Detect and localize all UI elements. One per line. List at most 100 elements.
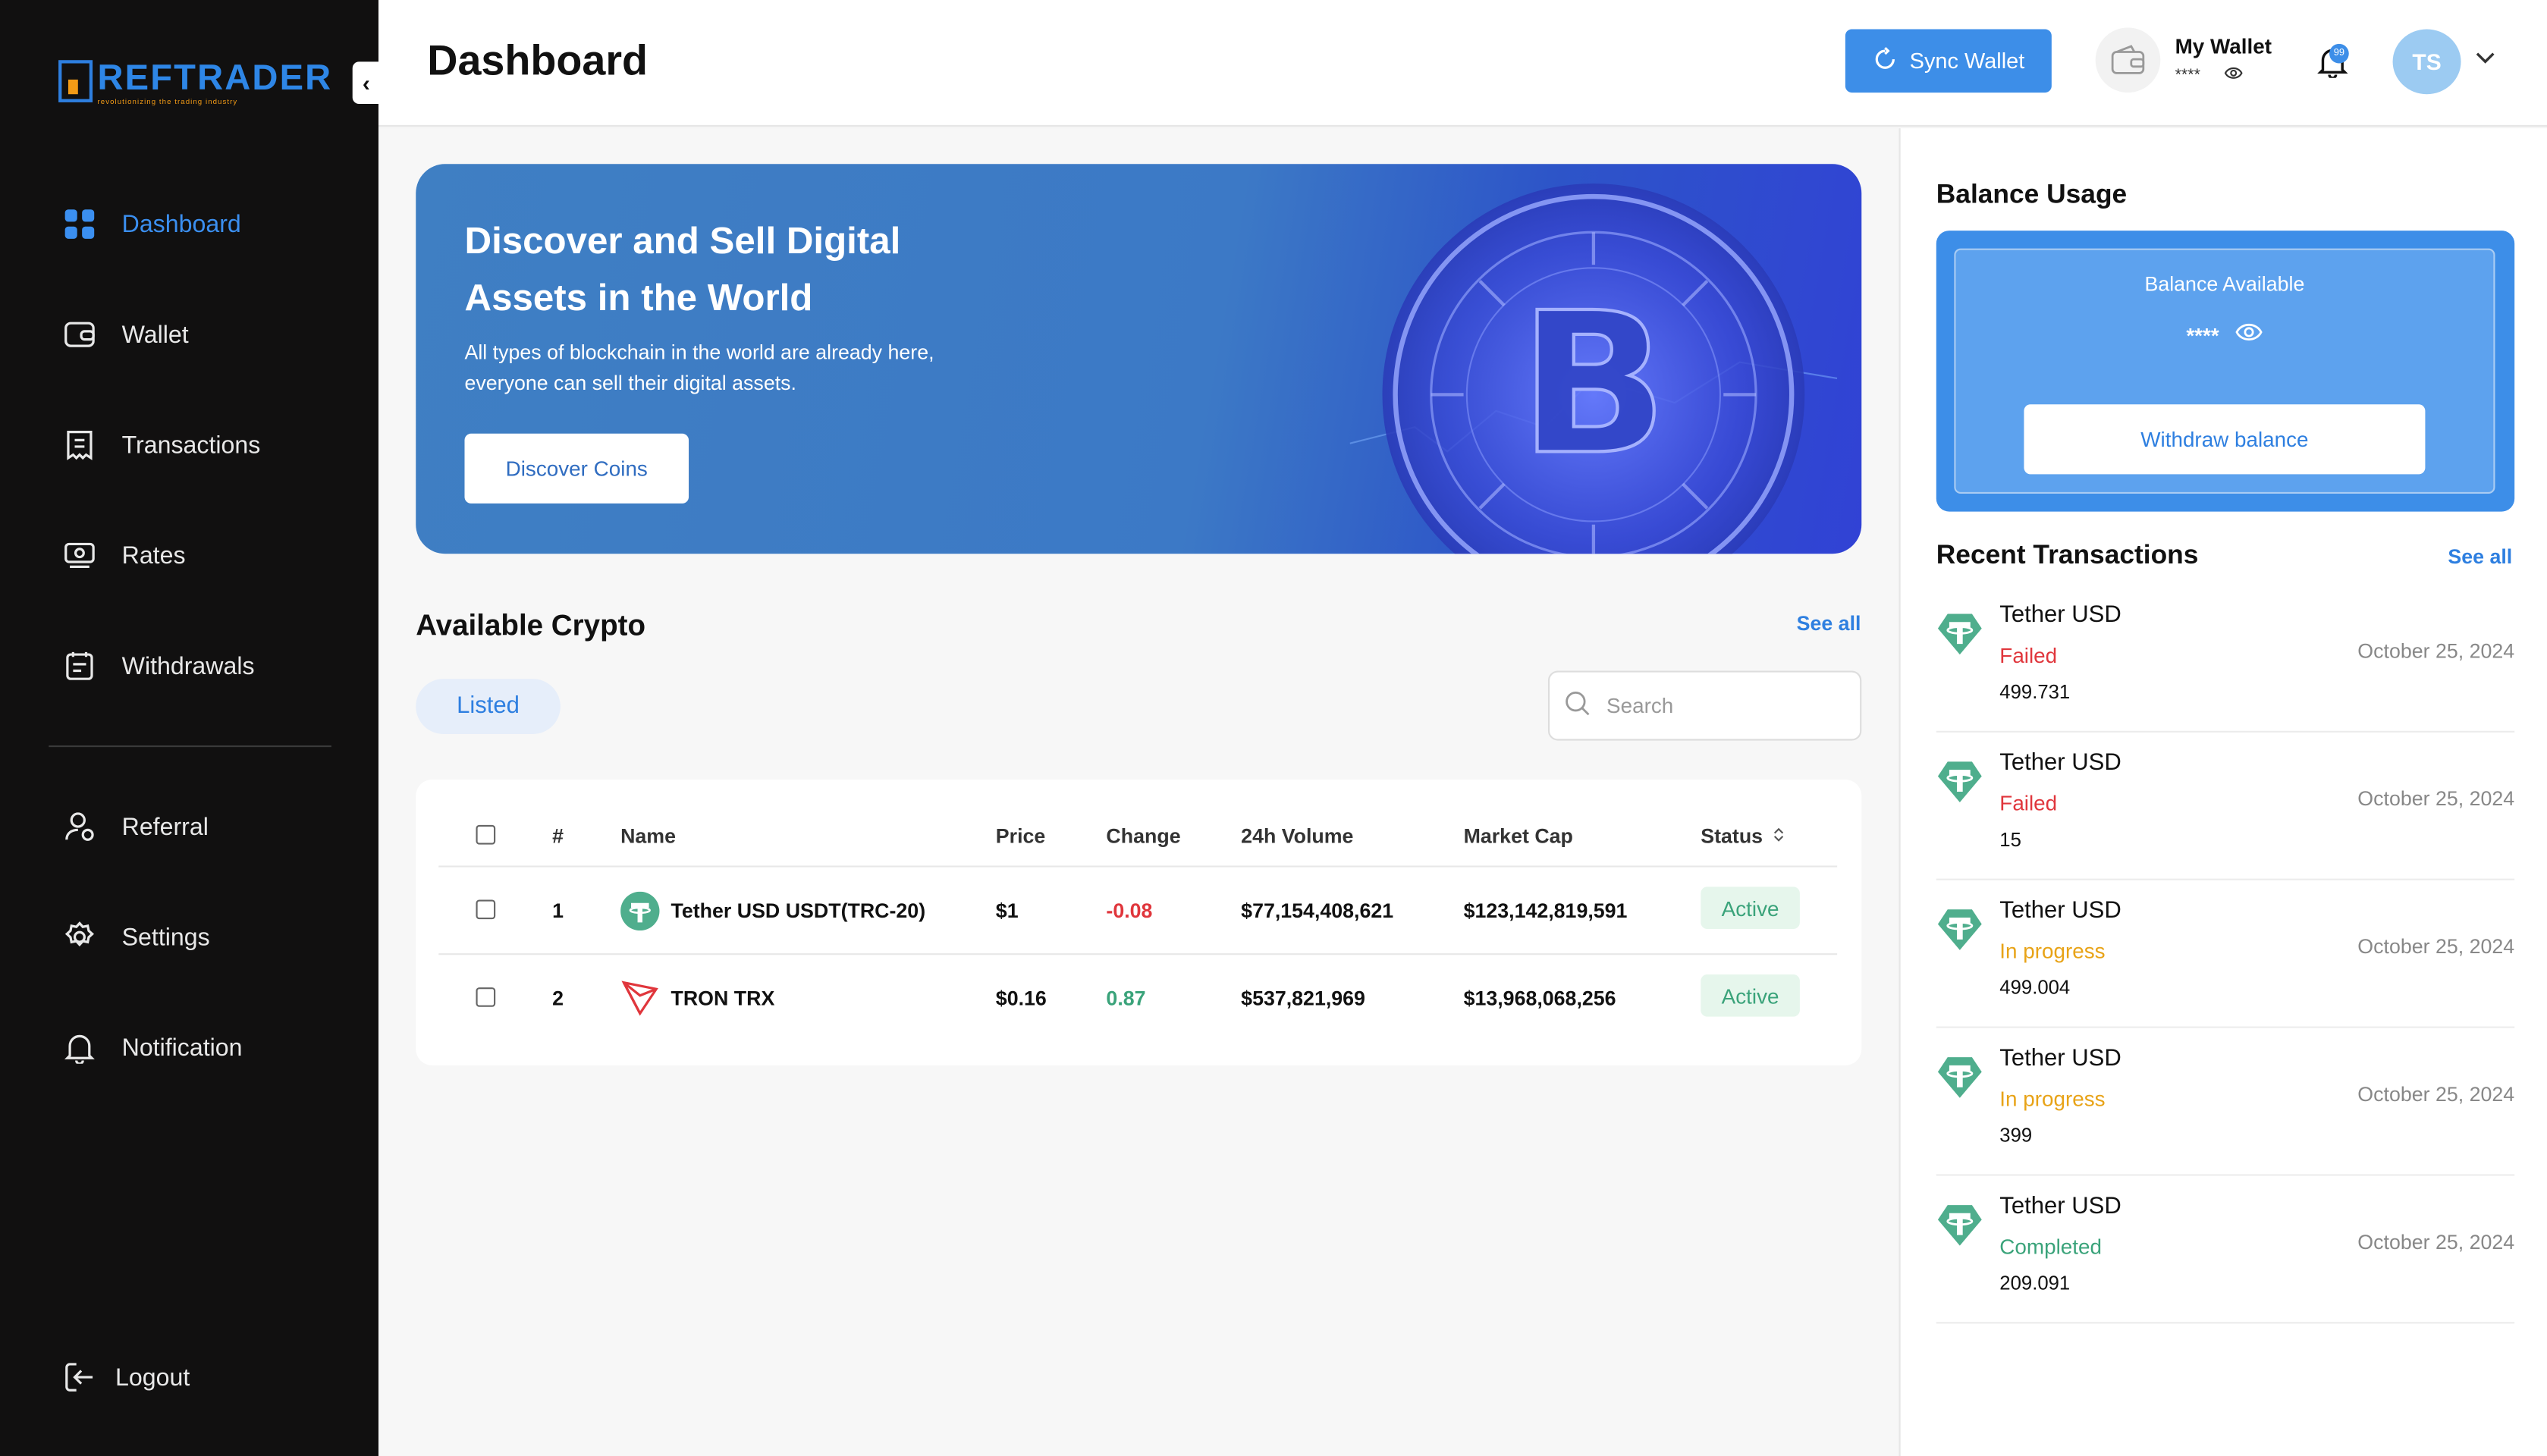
transactions-see-all-link[interactable]: See all [2448,546,2512,569]
column-header-market-cap[interactable]: Market Cap [1464,825,1573,848]
balance-usage-title: Balance Usage [1936,180,2128,210]
sidebar-item-withdrawals[interactable]: Withdrawals [61,646,255,685]
tether-icon [1937,761,1982,802]
sidebar-item-transactions[interactable]: Transactions [61,425,260,464]
receipt-icon [61,428,96,462]
sidebar-item-settings[interactable]: Settings [61,918,210,956]
main-content: B Discover and Sell Digital Assets in th… [378,128,1899,1456]
coin-change: -0.08 [1106,899,1153,923]
transaction-status: Failed [1999,643,2058,668]
eye-icon[interactable] [2235,322,2263,347]
column-header-name[interactable]: Name [620,825,676,848]
sync-wallet-label: Sync Wallet [1909,49,2025,74]
transaction-name: Tether USD [1999,1194,2121,1220]
rates-icon [61,538,96,573]
column-header-price[interactable]: Price [996,825,1046,848]
banner-title: Discover and Sell Digital Assets in the … [464,219,901,318]
list-item[interactable]: Tether USD In progress 499.004 October 2… [1936,885,2515,1028]
sidebar-item-label: Rates [121,541,186,570]
sidebar: REFTRADER revolutionizing the trading in… [0,0,381,1456]
row-number: 2 [552,987,564,1011]
header-divider [438,865,1838,868]
sync-icon [1872,46,1896,76]
sidebar-item-dashboard[interactable]: Dashboard [61,205,241,243]
transaction-amount: 15 [1999,828,2021,852]
list-item[interactable]: Tether USD Completed 209.091 October 25,… [1936,1181,2515,1324]
tether-icon [1937,613,1982,655]
sidebar-item-notification[interactable]: Notification [61,1028,243,1067]
brand-name: REFTRADER [97,56,333,98]
transaction-date: October 25, 2024 [2357,935,2515,959]
tether-icon [1937,1205,1982,1246]
row-checkbox[interactable] [476,987,496,1007]
tether-icon [620,891,660,939]
logout-button[interactable]: Logout [61,1357,190,1396]
top-header: Dashboard Sync Wallet My Wallet **** 99 … [378,0,2547,127]
available-crypto-title: Available Crypto [416,609,646,642]
transaction-status: Failed [1999,790,2058,816]
sidebar-item-label: Notification [121,1034,243,1062]
coin-price: $0.16 [995,987,1047,1011]
sidebar-divider [49,745,331,748]
chevron-down-icon[interactable] [2474,46,2497,73]
transaction-amount: 499.731 [1999,680,2071,704]
dashboard-grid-icon [61,207,96,241]
sidebar-item-wallet[interactable]: Wallet [61,315,189,353]
app-root: REFTRADER revolutionizing the trading in… [0,0,2547,1456]
recent-transactions-title: Recent Transactions [1936,541,2199,570]
search-box[interactable]: Search [1547,670,1862,741]
bell-icon [61,1031,96,1065]
balance-available-label: Balance Available [2144,272,2305,296]
coin-market-cap: $123,142,819,591 [1463,899,1628,923]
chevron-left-icon: ‹ [362,70,370,96]
logout-label: Logout [115,1363,190,1392]
balance-card: Balance Available **** Withdraw balance [1936,231,2515,512]
sync-wallet-button[interactable]: Sync Wallet [1845,29,2052,93]
discover-coins-button[interactable]: Discover Coins [464,433,689,504]
transaction-amount: 399 [1999,1123,2033,1147]
coin-market-cap: $13,968,068,256 [1463,987,1616,1011]
wallet-avatar-icon[interactable] [2095,27,2161,93]
banner-subtitle: All types of blockchain in the world are… [464,340,934,395]
column-header-change[interactable]: Change [1106,825,1180,848]
withdraw-balance-button[interactable]: Withdraw balance [2024,404,2426,475]
coin-name[interactable]: Tether USD USDT(TRC-20) [671,899,925,922]
transaction-date: October 25, 2024 [2357,1231,2515,1254]
list-item[interactable]: Tether USD In progress 399 October 25, 2… [1936,1033,2515,1176]
logo-mark-icon [58,60,93,102]
coin-name[interactable]: TRON TRX [671,987,774,1010]
column-header-status[interactable]: Status [1701,825,1785,848]
brand-logo[interactable]: REFTRADER revolutionizing the trading in… [58,56,333,106]
list-item[interactable]: Tether USD Failed 499.731 October 25, 20… [1936,589,2515,733]
sidebar-item-label: Referral [121,812,209,841]
transaction-name: Tether USD [1999,898,2121,924]
row-number: 1 [552,899,564,923]
collapse-sidebar-button[interactable]: ‹ [352,61,381,105]
transaction-date: October 25, 2024 [2357,639,2515,663]
sidebar-item-referral[interactable]: Referral [61,807,209,846]
list-item[interactable]: Tether USD Failed 15 October 25, 2024 [1936,737,2515,880]
brand-tagline: revolutionizing the trading industry [97,97,238,106]
sidebar-item-label: Transactions [121,431,261,460]
wallet-icon [61,318,96,352]
row-checkbox[interactable] [476,899,496,920]
tron-icon [620,977,659,1025]
coin-price: $1 [995,899,1019,923]
user-avatar[interactable]: TS [2392,29,2461,95]
my-wallet-label: My Wallet [2175,33,2272,59]
logout-icon [61,1360,96,1395]
sidebar-item-label: Dashboard [121,210,241,238]
tab-listed[interactable]: Listed [416,679,561,735]
wallet-balance-mask: **** [2175,66,2200,85]
transaction-amount: 209.091 [1999,1271,2071,1294]
column-header-volume[interactable]: 24h Volume [1241,825,1353,848]
eye-icon[interactable] [2223,65,2243,86]
select-all-checkbox[interactable] [476,824,496,845]
crypto-see-all-link[interactable]: See all [1797,612,1861,635]
transaction-date: October 25, 2024 [2357,787,2515,811]
sidebar-item-rates[interactable]: Rates [61,536,186,575]
transaction-name: Tether USD [1999,1046,2121,1072]
search-input[interactable]: Search [1606,693,1673,717]
status-badge: Active [1701,886,1800,929]
coin-volume: $537,821,969 [1241,987,1365,1011]
